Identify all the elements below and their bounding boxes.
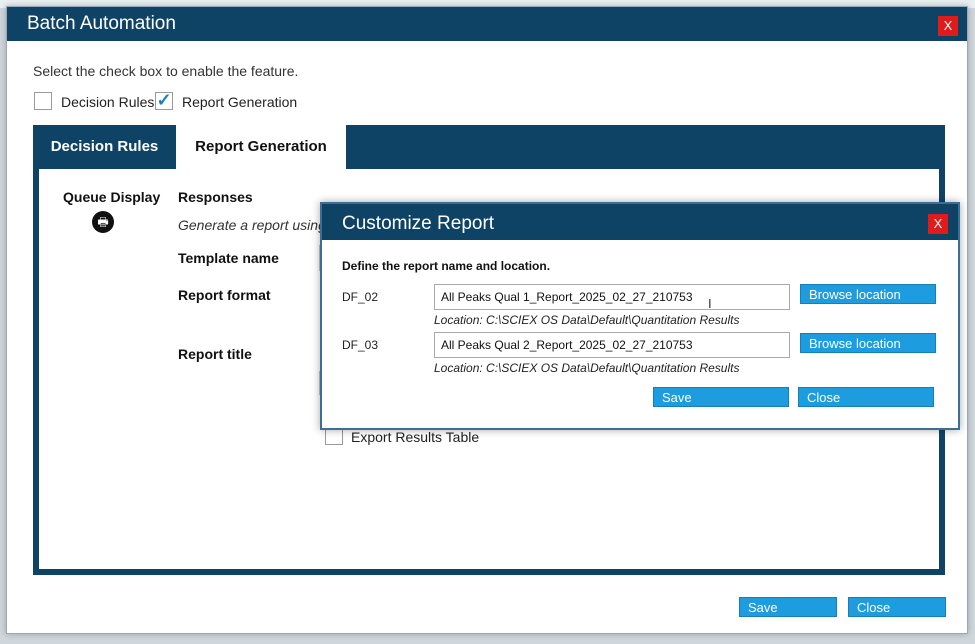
report-title-label: Report title [178,346,252,362]
report-row-label: DF_03 [342,338,379,352]
window-titlebar: Batch Automation X [7,7,967,41]
report-generation-checkbox-label: Report Generation [182,94,298,110]
report-row-label: DF_02 [342,290,379,304]
report-generation-checkbox[interactable]: ✓ [155,91,173,110]
dialog-close-icon[interactable]: X [928,214,948,234]
dialog-close-button[interactable]: Close [798,387,934,407]
export-results-label: Export Results Table [351,429,480,445]
responses-label: Responses [178,189,253,205]
dialog-save-button[interactable]: Save [653,387,789,407]
browse-location-button[interactable]: Browse location [800,284,936,304]
dialog-heading: Define the report name and location. [342,259,551,273]
tab-decision-rules[interactable]: Decision Rules [33,125,176,169]
dialog-titlebar: Customize Report X [322,204,958,240]
report-name-input[interactable]: All Peaks Qual 2_Report_2025_02_27_21075… [434,332,790,358]
template-name-label: Template name [178,250,279,266]
printer-icon[interactable]: 🖶 [92,211,114,233]
queue-display-label: Queue Display [63,189,161,205]
decision-rules-checkbox[interactable] [34,92,52,110]
window-title: Batch Automation [27,13,176,34]
report-name-input[interactable]: All Peaks Qual 1_Report_2025_02_27_21075… [434,284,790,310]
close-button[interactable]: Close [848,597,946,617]
dialog-title: Customize Report [342,213,495,234]
browse-location-button[interactable]: Browse location [800,333,936,353]
tab-report-generation[interactable]: Report Generation [176,125,346,169]
report-location-text: Location: C:\SCIEX OS Data\Default\Quant… [434,313,740,327]
customize-report-dialog: Customize Report X Define the report nam… [320,202,960,430]
text-cursor-icon: I [708,296,712,311]
report-location-text: Location: C:\SCIEX OS Data\Default\Quant… [434,361,740,375]
save-button[interactable]: Save [739,597,837,617]
window-close-button[interactable]: X [938,16,958,36]
report-format-label: Report format [178,287,271,303]
generate-report-text: Generate a report using [178,217,326,233]
decision-rules-checkbox-label: Decision Rules [61,94,155,110]
instruction-text: Select the check box to enable the featu… [33,63,299,79]
